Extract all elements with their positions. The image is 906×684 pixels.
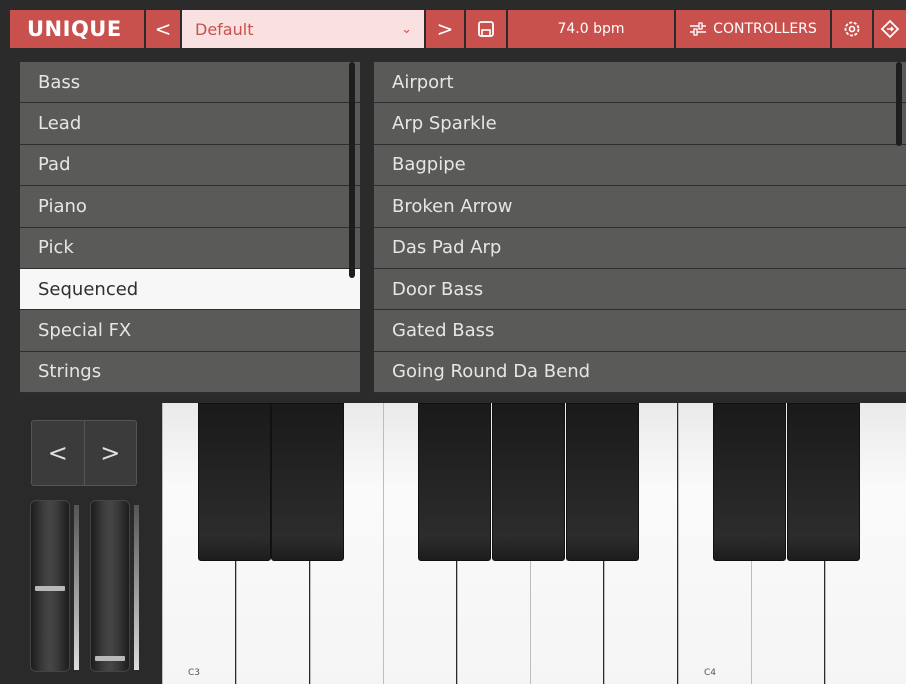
- category-item[interactable]: Bass: [20, 62, 360, 104]
- preset-value: Default: [195, 19, 254, 39]
- top-bar: UNIQUE < Default ⌄ > 74.0 bpm CONTROLLER…: [0, 0, 906, 58]
- black-key-d-sharp3[interactable]: [271, 403, 344, 561]
- category-item[interactable]: Lead: [20, 103, 360, 145]
- chevron-down-icon: ⌄: [401, 21, 412, 37]
- patch-item[interactable]: Das Pad Arp: [374, 227, 906, 269]
- preset-select[interactable]: Default ⌄: [182, 10, 424, 48]
- mod-wheel[interactable]: [90, 500, 130, 672]
- next-preset-button[interactable]: >: [426, 10, 464, 48]
- diamond-arrows-icon: [880, 19, 900, 39]
- settings-button[interactable]: [832, 10, 872, 48]
- patch-item[interactable]: Broken Arrow: [374, 186, 906, 228]
- black-key-d-sharp4[interactable]: [787, 403, 860, 561]
- octave-down-button[interactable]: <: [32, 421, 85, 485]
- pitch-wheel-rail: [74, 505, 79, 670]
- black-key-a-sharp3[interactable]: [566, 403, 639, 561]
- pitch-wheel-marker: [35, 586, 65, 591]
- controllers-button[interactable]: CONTROLLERS: [676, 10, 830, 48]
- patch-item[interactable]: Arp Sparkle: [374, 103, 906, 145]
- patch-item[interactable]: Bagpipe: [374, 144, 906, 187]
- black-key-c-sharp3[interactable]: [198, 403, 271, 561]
- black-key-c-sharp4[interactable]: [713, 403, 786, 561]
- category-item[interactable]: Pick: [20, 227, 360, 269]
- patch-list[interactable]: Airport Arp Sparkle Bagpipe Broken Arrow…: [374, 62, 906, 393]
- sliders-icon: [690, 22, 707, 36]
- black-key-g-sharp3[interactable]: [492, 403, 565, 561]
- app-logo: UNIQUE: [10, 10, 144, 48]
- patch-item[interactable]: Going Round Da Bend: [374, 351, 906, 393]
- category-scrollbar[interactable]: [349, 62, 355, 278]
- category-item-selected[interactable]: Sequenced: [20, 268, 360, 311]
- patch-item[interactable]: Airport: [374, 62, 906, 104]
- patch-scrollbar[interactable]: [896, 62, 902, 146]
- mod-wheel-marker: [95, 656, 125, 661]
- black-key-f-sharp3[interactable]: [418, 403, 491, 561]
- patch-item[interactable]: Gated Bass: [374, 310, 906, 352]
- octave-up-button[interactable]: >: [85, 421, 137, 485]
- category-item[interactable]: Pad: [20, 144, 360, 187]
- category-item[interactable]: Special FX: [20, 310, 360, 352]
- key-label-c4: C4: [704, 668, 717, 678]
- pitch-wheel[interactable]: [30, 500, 70, 672]
- controllers-label: CONTROLLERS: [713, 21, 817, 37]
- extra-button[interactable]: [874, 10, 906, 48]
- category-item[interactable]: Strings: [20, 351, 360, 393]
- save-icon: [478, 21, 494, 37]
- save-button[interactable]: [466, 10, 506, 48]
- octave-buttons: < >: [31, 420, 137, 486]
- mod-wheel-rail: [134, 505, 139, 670]
- patch-item[interactable]: Door Bass: [374, 268, 906, 311]
- prev-preset-button[interactable]: <: [146, 10, 180, 48]
- key-label-c3: C3: [188, 668, 201, 678]
- tempo-display[interactable]: 74.0 bpm: [508, 10, 674, 48]
- category-list[interactable]: Bass Lead Pad Piano Pick Sequenced Speci…: [20, 62, 360, 393]
- gear-icon: [844, 21, 860, 37]
- category-item[interactable]: Piano: [20, 186, 360, 228]
- piano-keyboard: C3 C4: [162, 403, 906, 684]
